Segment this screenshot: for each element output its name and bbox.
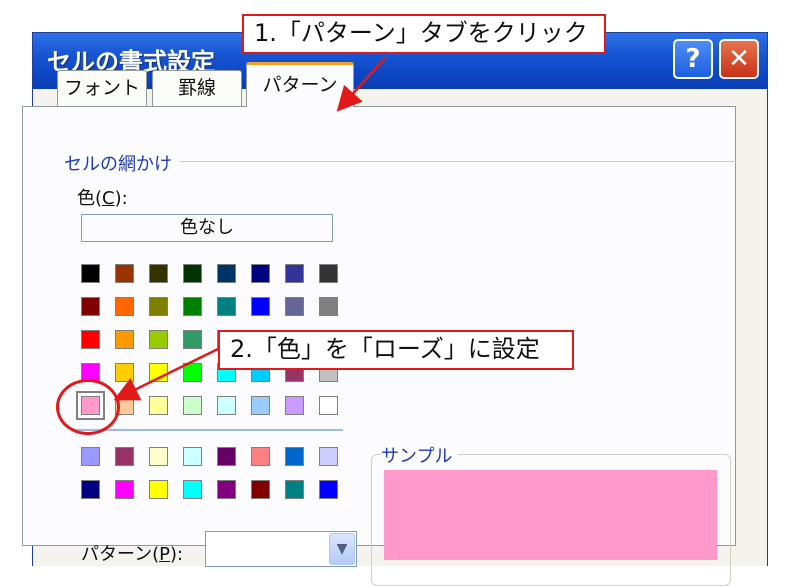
step2-callout: 2.「色」を「ローズ」に設定 (218, 330, 574, 370)
selection-highlight-ring (56, 379, 120, 435)
step2-callout-text: 2.「色」を「ローズ」に設定 (230, 335, 540, 363)
step1-arrow (336, 57, 386, 112)
step1-callout-text: 1.「パターン」タブをクリック (254, 19, 588, 47)
annotation-arrows (113, 57, 386, 401)
step2-arrow (113, 347, 219, 401)
step1-callout: 1.「パターン」タブをクリック (242, 14, 606, 54)
